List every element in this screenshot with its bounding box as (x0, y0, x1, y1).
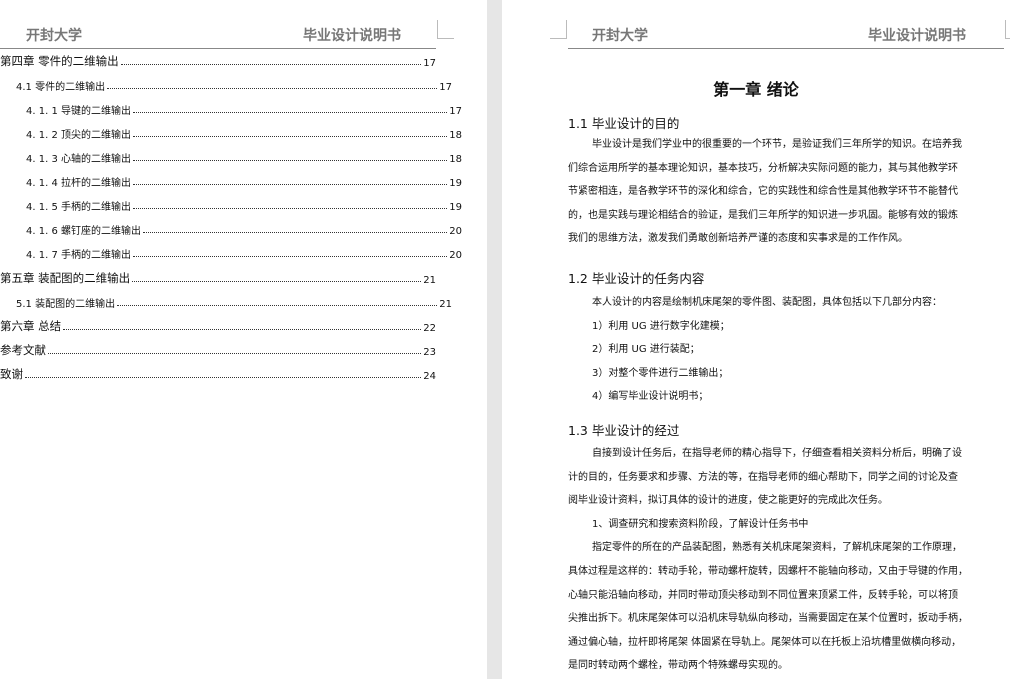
paragraph-line: 阅毕业设计资料，拟订具体的设计的进度，使之能更好的完成此次任务。 (568, 495, 888, 507)
paragraph-line: 心轴只能沿轴向移动，并同时带动顶尖移动到不同位置来顶紧工件，反转手轮，可以将顶 (568, 589, 958, 601)
toc-entry-title: 4. 1. 6 螺钉座的二维输出 (26, 226, 141, 237)
header-left-text: 开封大学 (592, 28, 648, 44)
toc-dot-leader (107, 88, 438, 89)
toc-dot-leader (132, 160, 448, 161)
header-left-text: 开封大学 (26, 28, 82, 44)
toc-dot-leader (132, 208, 448, 209)
paragraph-line: 3）对整个零件进行二维输出； (592, 367, 729, 379)
paragraph-line: 4）编写毕业设计说明书； (592, 391, 709, 403)
paragraph-line: 们综合运用所学的基本理论知识，基本技巧，分析解决实际问题的能力，其与其他教学环 (568, 162, 958, 174)
paragraph-line: 通过偏心轴，拉杆即将尾架 体固紧在导轨上。尾架体可以在托板上沿坑槽里做横向移动， (568, 636, 962, 648)
toc-entry-page-number: 19 (449, 178, 462, 189)
toc-entry[interactable]: 4. 1. 7 手柄的二维输出 20 (0, 245, 462, 261)
toc-entry-page-number: 17 (449, 106, 462, 117)
toc-entry[interactable]: 参考文献 23 (0, 342, 436, 358)
toc-entry-title: 致谢 (0, 367, 23, 381)
toc-entry[interactable]: 4. 1. 4 拉杆的二维输出 19 (0, 173, 462, 189)
crop-mark (550, 20, 567, 39)
toc-dot-leader (63, 329, 422, 330)
paragraph-line: 是同时转动两个螺栓，带动两个特殊螺母实现的。 (568, 660, 788, 672)
toc-dot-leader (120, 64, 422, 65)
paragraph-line: 的，也是实践与理论相结合的验证，是我们三年所学的知识进一步巩固。能够有效的锻炼 (568, 209, 958, 221)
paragraph-line: 自接到设计任务后，在指导老师的精心指导下，仔细查看相关资料分析后，明确了设 (592, 448, 962, 459)
toc-entry-title: 4. 1. 5 手柄的二维输出 (26, 202, 131, 213)
section-heading: 1.1 毕业设计的目的 (568, 116, 680, 131)
paragraph-line: 具体过程是这样的：转动手轮，带动螺杆旋转，因螺杆不能轴向移动，又由于导键的作用， (568, 566, 968, 577)
toc-entry-title: 第五章 装配图的二维输出 (0, 271, 131, 285)
section-heading: 1.3 毕业设计的经过 (568, 423, 680, 438)
toc-entry-title: 4. 1. 3 心轴的二维输出 (26, 154, 131, 165)
document-page-left: 开封大学 毕业设计说明书 第四章 零件的二维输出 17 4.1 零件的二维输出 17 4… (0, 0, 487, 679)
paragraph-line: 毕业设计是我们学业中的很重要的一个环节，是验证我们三年所学的知识。在培养我 (592, 139, 962, 150)
toc-entry[interactable]: 4.1 零件的二维输出 17 (0, 77, 452, 93)
toc-entry-page-number: 17 (423, 58, 436, 69)
toc-entry[interactable]: 致谢 24 (0, 366, 436, 382)
toc-dot-leader (48, 353, 422, 354)
toc-entry-page-number: 19 (449, 202, 462, 213)
toc-dot-leader (117, 305, 438, 306)
toc-entry-title: 第四章 零件的二维输出 (0, 54, 119, 68)
toc-entry[interactable]: 4. 1. 5 手柄的二维输出 19 (0, 197, 462, 213)
toc-entry[interactable]: 4. 1. 3 心轴的二维输出 18 (0, 149, 462, 165)
paragraph-line: 指定零件的所在的产品装配图，熟悉有关机床尾架资料，了解机床尾架的工作原理， (592, 542, 962, 554)
paragraph-line: 1、调查研究和搜索资料阶段，了解设计任务书中 (592, 518, 809, 530)
toc-entry[interactable]: 5.1 装配图的二维输出 21 (0, 294, 452, 310)
toc-entry[interactable]: 4. 1. 1 导键的二维输出 17 (0, 101, 462, 117)
header-rule (568, 48, 1004, 49)
toc-entry[interactable]: 4. 1. 2 顶尖的二维输出 18 (0, 125, 462, 141)
toc-entry[interactable]: 第四章 零件的二维输出 17 (0, 53, 436, 69)
section-heading: 1.2 毕业设计的任务内容 (568, 271, 705, 286)
toc-dot-leader (132, 184, 448, 185)
paragraph-line: 计的目的，任务要求和步骤、方法的等，在指导老师的细心帮助下，同学之间的讨论及查 (568, 471, 958, 483)
toc-entry-page-number: 17 (439, 82, 452, 93)
toc-entry-page-number: 20 (449, 226, 462, 237)
toc-dot-leader (132, 256, 448, 257)
toc-entry[interactable]: 4. 1. 6 螺钉座的二维输出 20 (0, 221, 462, 237)
toc-entry-page-number: 21 (423, 275, 436, 286)
header-right-text: 毕业设计说明书 (868, 28, 966, 44)
header-right-text: 毕业设计说明书 (303, 28, 401, 44)
toc-entry[interactable]: 第六章 总结 22 (0, 318, 436, 334)
toc-entry-title: 4. 1. 1 导键的二维输出 (26, 106, 131, 117)
chapter-title: 第一章 绪论 (713, 80, 799, 99)
paragraph-line: 2）利用 UG 进行装配； (592, 344, 700, 356)
toc-entry-title: 4. 1. 2 顶尖的二维输出 (26, 130, 131, 141)
toc-entry-title: 4.1 零件的二维输出 (16, 82, 106, 93)
crop-mark (1005, 20, 1010, 39)
paragraph-line: 本人设计的内容是绘制机床尾架的零件图、装配图，具体包括以下几部分内容： (592, 297, 942, 308)
toc-entry-title: 4. 1. 7 手柄的二维输出 (26, 250, 131, 261)
toc-entry-page-number: 21 (439, 299, 452, 310)
toc-dot-leader (25, 377, 422, 378)
toc-entry-page-number: 18 (449, 154, 462, 165)
crop-mark (437, 20, 454, 39)
toc-dot-leader (132, 136, 448, 137)
paragraph-line: 尖推出拆下。机床尾架体可以沿机床导轨纵向移动，当需要固定在某个位置时，扳动手柄， (568, 613, 968, 625)
toc-dot-leader (132, 281, 422, 282)
paragraph-line: 1）利用 UG 进行数字化建模； (592, 320, 730, 332)
toc-entry-page-number: 23 (423, 347, 436, 358)
paragraph-line: 我们的思维方法，激发我们勇敢创新培养严谨的态度和实事求是的工作作风。 (568, 233, 908, 245)
document-page-right: 开封大学 毕业设计说明书 第一章 绪论 1.1 毕业设计的目的毕业设计是我们学业… (502, 0, 1010, 679)
toc-entry-title: 4. 1. 4 拉杆的二维输出 (26, 178, 131, 189)
toc-entry[interactable]: 第五章 装配图的二维输出 21 (0, 270, 436, 286)
toc-entry-title: 第六章 总结 (0, 319, 62, 333)
toc-entry-page-number: 22 (423, 323, 436, 334)
toc-entry-page-number: 20 (449, 250, 462, 261)
toc-dot-leader (142, 232, 448, 233)
paragraph-line: 节紧密相连，是各教学环节的深化和综合，它的实践性和综合性是其他教学环节不能替代 (568, 186, 958, 198)
toc-entry-page-number: 18 (449, 130, 462, 141)
toc-entry-title: 参考文献 (0, 343, 46, 357)
toc-entry-page-number: 24 (423, 371, 436, 382)
header-rule (0, 48, 436, 49)
toc-dot-leader (132, 112, 448, 113)
toc-entry-title: 5.1 装配图的二维输出 (16, 299, 116, 310)
